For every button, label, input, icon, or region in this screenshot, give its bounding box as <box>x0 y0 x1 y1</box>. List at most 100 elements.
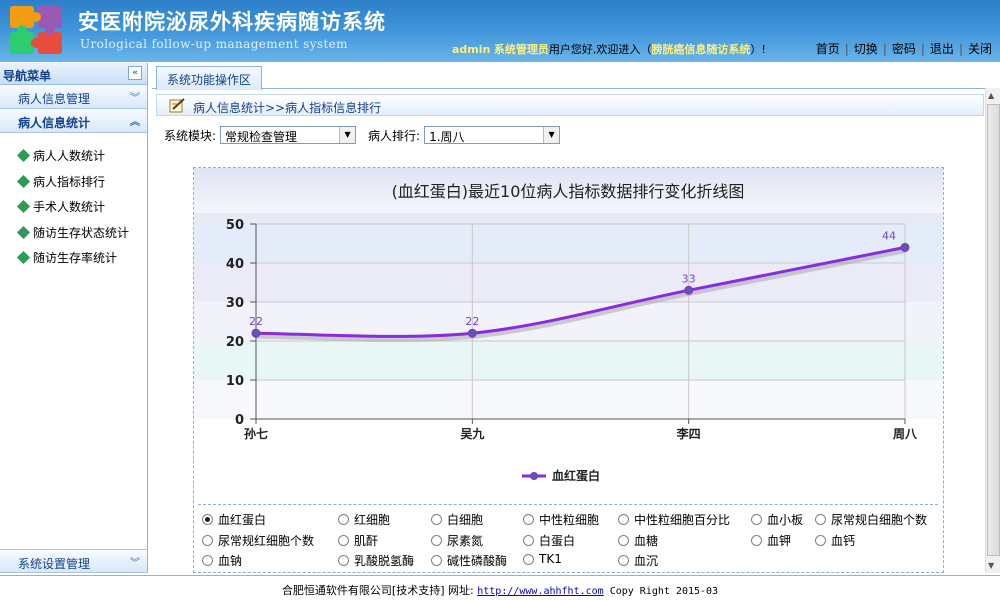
series-radio-option[interactable]: 乳酸脱氢酶 <box>338 552 414 569</box>
radio-button[interactable] <box>523 514 534 525</box>
footer-url-link[interactable]: http://www.ahhfht.com <box>477 586 603 597</box>
series-radio-option[interactable]: 白蛋白 <box>523 532 575 549</box>
footer: 合肥恒通软件有限公司[技术支持] 网址: http://www.ahhfht.c… <box>0 575 1000 600</box>
rank-select-value: 1.周八 <box>429 130 465 144</box>
chart-panel: (血红蛋白)最近10位病人指标数据排行变化折线图 0 10 20 30 40 50 孙七 吴… <box>193 167 944 573</box>
diamond-cluster-icon <box>16 149 31 163</box>
series-radio-option[interactable]: TK1 <box>523 552 562 566</box>
data-point <box>467 328 477 338</box>
module-select[interactable]: 常规检查管理 ▼ <box>220 126 357 144</box>
link-separator: | <box>920 42 925 56</box>
link-password[interactable]: 密码 <box>892 42 916 56</box>
welcome-suffix: ）! <box>750 43 766 56</box>
radio-button[interactable] <box>202 555 213 566</box>
radio-label: 血红蛋白 <box>218 513 267 527</box>
module-label: 系统模块: <box>164 128 217 143</box>
series-radio-option[interactable]: 血钾 <box>751 532 791 549</box>
series-radio-option[interactable]: 血沉 <box>618 552 658 569</box>
radio-button[interactable] <box>431 535 442 546</box>
radio-button[interactable] <box>618 555 629 566</box>
double-chevron-left-icon[interactable]: « <box>128 66 142 80</box>
radio-button[interactable] <box>338 555 349 566</box>
scroll-down-icon[interactable]: ▼ <box>988 561 994 570</box>
link-switch[interactable]: 切换 <box>854 42 878 56</box>
radio-button[interactable] <box>815 535 826 546</box>
module-select-value: 常规检查管理 <box>225 130 298 144</box>
radio-button[interactable] <box>338 514 349 525</box>
legend-label: 血红蛋白 <box>552 468 600 483</box>
link-home[interactable]: 首页 <box>816 42 840 56</box>
radio-button[interactable] <box>338 535 349 546</box>
data-point <box>900 242 910 252</box>
link-close[interactable]: 关闭 <box>968 42 992 56</box>
top-links: 首页 | 切换 | 密码 | 退出 | 关闭 <box>816 40 992 57</box>
radio-button[interactable] <box>523 553 534 565</box>
series-radio-option[interactable]: 血糖 <box>618 532 658 549</box>
app-title: 安医附院泌尿外科疾病随访系统 <box>78 10 386 34</box>
radio-button[interactable] <box>815 514 826 525</box>
scrollbar-thumb[interactable] <box>987 104 1000 556</box>
link-separator: | <box>882 42 887 56</box>
series-radio-option[interactable]: 碱性磷酸酶 <box>431 552 507 569</box>
plot-bands <box>194 213 943 504</box>
radio-label: 中性粒细胞 <box>539 513 600 527</box>
radio-button[interactable] <box>751 535 762 546</box>
series-radio-option[interactable]: 血钠 <box>202 552 242 569</box>
sidebar: 导航菜单 « 病人信息管理 ︾ 病人信息统计 ︽ 病人人数统计 病人指标排行 手… <box>0 63 148 573</box>
series-radio-option[interactable]: 中性粒细胞 <box>523 511 599 528</box>
radio-button[interactable] <box>202 514 213 525</box>
series-radio-option[interactable]: 尿常规红细胞个数 <box>202 532 314 549</box>
sidebar-item-survival-status[interactable]: 随访生存状态统计 <box>0 220 147 246</box>
radio-button[interactable] <box>618 514 629 525</box>
series-radio-option[interactable]: 尿素氮 <box>431 532 483 549</box>
series-radio-option[interactable]: 尿常规白细胞个数 <box>815 511 927 528</box>
x-tick-label: 李四 <box>676 426 701 441</box>
vertical-scrollbar[interactable]: ▲ ▼ <box>985 88 1000 573</box>
sidebar-item-survival-rate[interactable]: 随访生存率统计 <box>0 245 147 271</box>
series-radio-option[interactable]: 中性粒细胞百分比 <box>618 511 730 528</box>
series-radio-option[interactable]: 肌酐 <box>338 532 378 549</box>
series-radio-option[interactable]: 白细胞 <box>431 511 483 528</box>
radio-label: 碱性磷酸酶 <box>447 554 508 568</box>
sidebar-item-patient-count[interactable]: 病人人数统计 <box>0 143 147 169</box>
sidebar-group-system-settings[interactable]: 系统设置管理 ︾ <box>0 549 147 573</box>
scroll-up-icon[interactable]: ▲ <box>988 91 994 100</box>
radio-button[interactable] <box>618 535 629 546</box>
plot-band <box>194 224 943 263</box>
series-radio-option[interactable]: 血红蛋白 <box>202 511 266 528</box>
series-radio-option[interactable]: 血小板 <box>751 511 803 528</box>
rank-select[interactable]: 1.周八 ▼ <box>424 126 561 144</box>
radio-button[interactable] <box>431 555 442 566</box>
sidebar-group-patient-stats[interactable]: 病人信息统计 ︽ <box>0 109 147 133</box>
chart-title: (血红蛋白)最近10位病人指标数据排行变化折线图 <box>392 182 745 201</box>
link-logout[interactable]: 退出 <box>930 42 954 56</box>
radio-label: 白蛋白 <box>539 534 576 548</box>
double-chevron-down-icon: ︾ <box>130 93 140 104</box>
series-radio-option[interactable]: 红细胞 <box>338 511 390 528</box>
diamond-cluster-icon <box>16 174 31 188</box>
plot-band <box>194 341 943 380</box>
system-name: 膀胱癌信息随访系统 <box>651 43 751 56</box>
radio-label: 血钠 <box>218 554 243 568</box>
radio-button[interactable] <box>202 535 213 546</box>
diamond-cluster-icon <box>16 251 31 265</box>
diamond-cluster-icon <box>16 225 31 239</box>
sidebar-item-surgery-count[interactable]: 手术人数统计 <box>0 194 147 220</box>
link-separator: | <box>844 42 849 56</box>
radio-button[interactable] <box>431 514 442 525</box>
radio-button[interactable] <box>751 514 762 525</box>
tab-operation-area[interactable]: 系统功能操作区 <box>156 66 263 90</box>
sidebar-item-indicator-ranking[interactable]: 病人指标排行 <box>0 169 147 195</box>
footer-company: 合肥恒通软件有限公司[技术支持] <box>281 584 445 597</box>
x-tick-label: 周八 <box>893 427 918 441</box>
series-radio-option[interactable]: 血钙 <box>815 532 855 549</box>
plot-band <box>194 263 943 302</box>
x-tick-label: 吴九 <box>460 426 484 441</box>
sidebar-item-label: 病人人数统计 <box>33 149 106 164</box>
radio-label: 血沉 <box>634 554 659 568</box>
radio-button[interactable] <box>523 535 534 546</box>
sidebar-group-patient-info[interactable]: 病人信息管理 ︾ <box>0 85 147 109</box>
user-role: 系统管理员 <box>493 43 549 56</box>
radio-label: 尿素氮 <box>447 534 484 548</box>
breadcrumb-text: 病人信息统计>>病人指标信息排行 <box>193 101 382 115</box>
